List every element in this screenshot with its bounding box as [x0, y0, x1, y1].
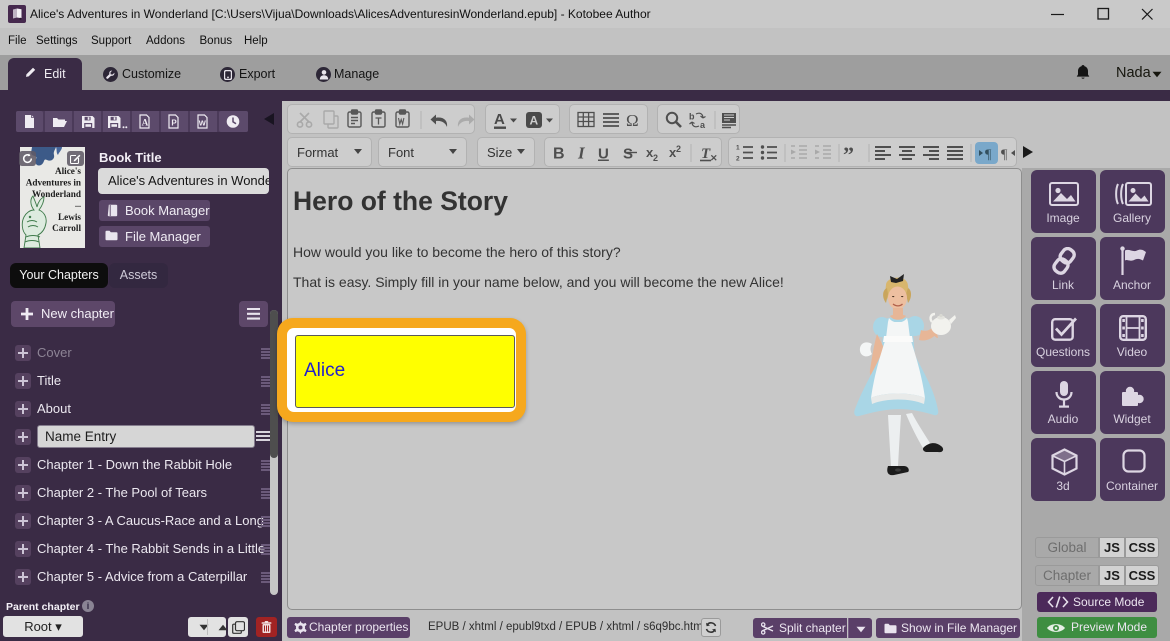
svg-text:”: ” — [843, 142, 854, 167]
svg-text:...: ... — [75, 200, 81, 209]
svg-text:P: P — [171, 118, 177, 127]
svg-text:A: A — [142, 118, 149, 128]
svg-text:a: a — [700, 120, 706, 130]
svg-text:Alice's: Alice's — [55, 166, 81, 176]
svg-text:Carroll: Carroll — [52, 223, 81, 233]
svg-text:Ω: Ω — [626, 111, 639, 130]
svg-text:W: W — [199, 118, 207, 127]
svg-text:U: U — [598, 146, 609, 163]
svg-text:Lewis: Lewis — [58, 212, 81, 222]
svg-text:A: A — [494, 111, 505, 128]
svg-text:✕: ✕ — [710, 153, 718, 163]
svg-text:¶: ¶ — [985, 148, 992, 163]
svg-text:S: S — [623, 146, 633, 163]
svg-text:B: B — [553, 146, 565, 163]
svg-text:I: I — [577, 144, 586, 163]
svg-text:2: 2 — [736, 156, 740, 163]
svg-text:A: A — [530, 114, 539, 128]
svg-text:Wonderland: Wonderland — [32, 189, 81, 199]
svg-text:b: b — [689, 112, 695, 122]
svg-text:Adventures in: Adventures in — [26, 178, 81, 188]
svg-text:2: 2 — [676, 144, 681, 154]
svg-text:¶: ¶ — [1001, 148, 1008, 163]
svg-text:1: 1 — [736, 145, 740, 152]
svg-text:2: 2 — [653, 153, 658, 163]
